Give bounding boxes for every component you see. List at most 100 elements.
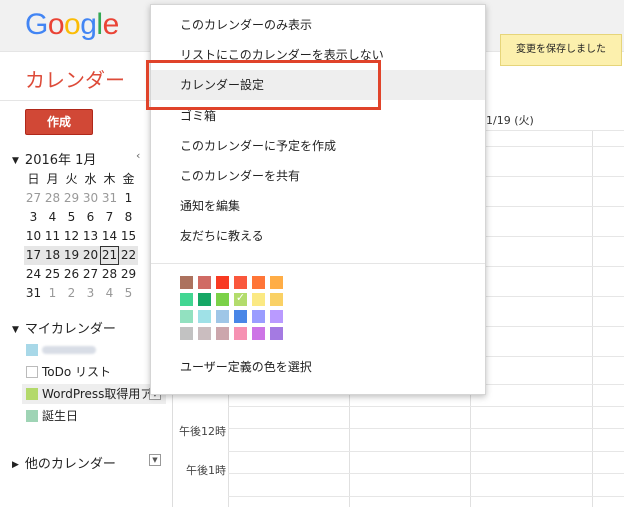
mini-calendar-header[interactable]: ▼ 2016年 1月	[12, 149, 96, 168]
color-palette-row	[180, 276, 288, 289]
color-swatch[interactable]	[180, 276, 193, 289]
my-calendars-header[interactable]: ▼ マイカレンダー	[12, 318, 116, 337]
color-swatch[interactable]: ✓	[234, 291, 247, 306]
other-calendars-dropdown-icon[interactable]: ▼	[149, 454, 161, 466]
color-palette-row	[180, 327, 288, 340]
menu-item[interactable]: 友だちに教える	[151, 221, 485, 251]
my-calendars-title: マイカレンダー	[24, 322, 116, 337]
mini-calendar-day[interactable]: 3	[81, 284, 100, 303]
mini-calendar-day[interactable]: 29	[62, 189, 81, 208]
mini-calendar-day[interactable]: 17	[24, 246, 43, 265]
mini-calendar-day[interactable]: 13	[81, 227, 100, 246]
mini-calendar-day[interactable]: 19	[62, 246, 81, 265]
calendar-item-wordpress[interactable]: WordPress取得用ア.	[22, 384, 166, 404]
mini-calendar-day[interactable]: 14	[100, 227, 119, 246]
color-swatch[interactable]	[270, 293, 283, 306]
mini-calendar-day[interactable]: 5	[62, 208, 81, 227]
logo-letter: e	[102, 8, 120, 41]
weekday-label: 金	[122, 172, 135, 186]
mini-calendar-week: 31 1 2 3 4 5	[24, 284, 150, 303]
mini-calendar-day[interactable]: 28	[100, 265, 119, 284]
hour-line	[228, 473, 624, 474]
mini-calendar-day[interactable]: 1	[43, 284, 62, 303]
calendar-item-private[interactable]	[26, 340, 96, 360]
color-swatch[interactable]	[216, 293, 229, 306]
color-swatch[interactable]	[252, 293, 265, 306]
color-swatch[interactable]	[216, 327, 229, 340]
mini-calendar-day[interactable]: 30	[81, 189, 100, 208]
highlight-annotation-box	[146, 60, 381, 110]
mini-calendar-day[interactable]: 29	[119, 265, 138, 284]
color-swatch[interactable]	[180, 293, 193, 306]
mini-calendar-day[interactable]: 28	[43, 189, 62, 208]
prev-month-icon[interactable]: ‹	[136, 149, 140, 162]
logo-letter: o	[47, 8, 65, 41]
mini-calendar-day[interactable]: 15	[119, 227, 138, 246]
mini-calendar-day[interactable]: 27	[81, 265, 100, 284]
mini-calendar-day[interactable]: 31	[100, 189, 119, 208]
color-swatch[interactable]	[180, 327, 193, 340]
logo-letter: g	[80, 8, 97, 41]
color-swatch[interactable]	[198, 293, 211, 306]
color-swatch[interactable]	[234, 310, 247, 323]
color-swatch[interactable]	[270, 310, 283, 323]
mini-calendar-day[interactable]: 21	[100, 246, 119, 265]
create-button[interactable]: 作成	[25, 109, 93, 135]
weekday-label: 月	[46, 172, 59, 186]
other-calendars-header[interactable]: ▶ 他のカレンダー	[12, 453, 116, 472]
hour-line	[228, 428, 624, 429]
mini-calendar-day[interactable]: 31	[24, 284, 43, 303]
hour-line	[228, 406, 624, 407]
mini-calendar-day[interactable]: 20	[81, 246, 100, 265]
mini-calendar-day[interactable]: 6	[81, 208, 100, 227]
color-swatch[interactable]	[216, 276, 229, 289]
menu-item[interactable]: 通知を編集	[151, 191, 485, 221]
mini-calendar-day[interactable]: 2	[62, 284, 81, 303]
color-swatch[interactable]	[252, 276, 265, 289]
mini-calendar-week: 17 18 19 20 21 22	[24, 246, 150, 265]
color-swatch[interactable]	[270, 327, 283, 340]
calendar-item-todo[interactable]: ToDo リスト	[26, 362, 111, 382]
color-swatch[interactable]	[180, 310, 193, 323]
mini-calendar-day[interactable]: 11	[43, 227, 62, 246]
mini-calendar-day[interactable]: 8	[119, 208, 138, 227]
mini-calendar-day[interactable]: 26	[62, 265, 81, 284]
mini-calendar-day[interactable]: 25	[43, 265, 62, 284]
calendar-item-birthday[interactable]: 誕生日	[26, 406, 78, 426]
mini-calendar-day[interactable]: 5	[119, 284, 138, 303]
hour-label: 午後12時	[179, 425, 226, 438]
color-swatch[interactable]	[234, 327, 247, 340]
color-swatch[interactable]	[270, 276, 283, 289]
day-header[interactable]: 1/19 (火)	[486, 112, 534, 128]
mini-calendar-day[interactable]: 24	[24, 265, 43, 284]
mini-calendar-day[interactable]: 3	[24, 208, 43, 227]
menu-item[interactable]: このカレンダーに予定を作成	[151, 131, 485, 161]
color-swatch[interactable]	[198, 276, 211, 289]
mini-calendar-week: 27 28 29 30 31 1	[24, 189, 150, 208]
mini-calendar-day[interactable]: 10	[24, 227, 43, 246]
menu-item[interactable]: このカレンダーのみ表示	[151, 10, 485, 40]
color-swatch[interactable]	[234, 276, 247, 289]
custom-color-option[interactable]: ユーザー定義の色を選択	[180, 358, 312, 375]
color-swatch[interactable]	[216, 310, 229, 323]
mini-calendar-day[interactable]: 7	[100, 208, 119, 227]
mini-calendar-day[interactable]: 22	[119, 246, 138, 265]
hour-label: 午後1時	[186, 464, 226, 477]
weekday-label: 日	[27, 172, 40, 186]
mini-calendar-day[interactable]: 4	[100, 284, 119, 303]
menu-item[interactable]: このカレンダーを共有	[151, 161, 485, 191]
mini-calendar-day[interactable]: 27	[24, 189, 43, 208]
logo-letter: G	[25, 8, 48, 41]
mini-calendar-day[interactable]: 18	[43, 246, 62, 265]
mini-calendar-day[interactable]: 1	[119, 189, 138, 208]
color-swatch[interactable]	[198, 310, 211, 323]
color-swatch[interactable]	[252, 310, 265, 323]
color-swatch[interactable]	[198, 327, 211, 340]
google-logo[interactable]: Google	[25, 8, 119, 42]
calendar-color-swatch	[26, 344, 38, 356]
mini-calendar-day[interactable]: 12	[62, 227, 81, 246]
color-swatch[interactable]	[252, 327, 265, 340]
mini-calendar-day[interactable]: 4	[43, 208, 62, 227]
mini-calendar-grid: 日月火水木金 27 28 29 30 31 1 3 4 5 6 7 8 10 11 12 13 14 15 17 18 1…	[24, 170, 150, 303]
other-calendars-title: 他のカレンダー	[24, 457, 116, 472]
